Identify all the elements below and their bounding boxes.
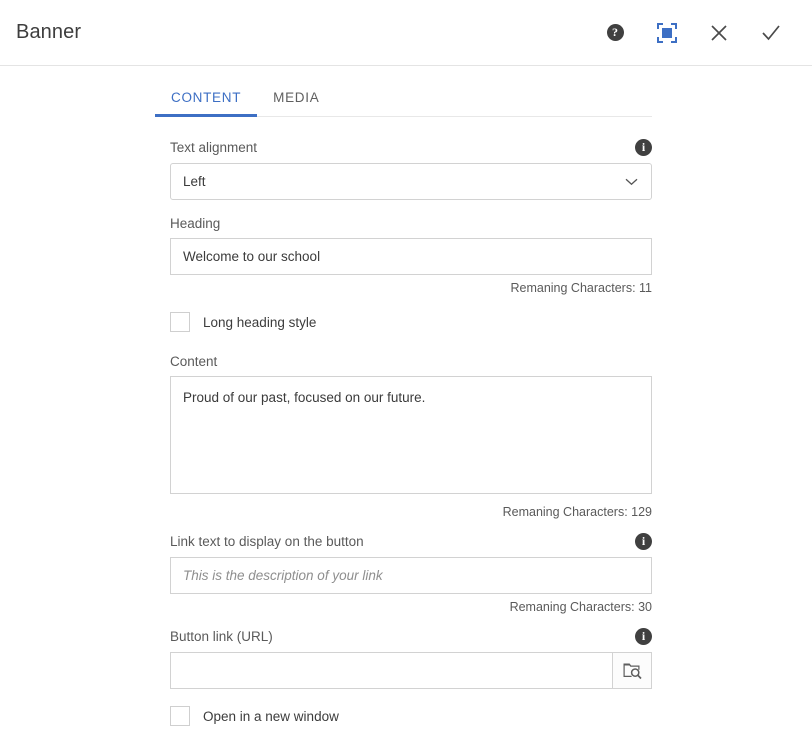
info-icon[interactable]: i — [635, 628, 652, 645]
info-icon[interactable]: i — [635, 533, 652, 550]
open-new-window-row[interactable]: Open in a new window — [170, 706, 652, 726]
content-counter: Remaning Characters: 129 — [502, 505, 652, 519]
titlebar-actions: ? — [600, 18, 786, 48]
field-heading: Heading Remaning Characters: 11 — [170, 216, 652, 295]
link-text-label-row: Link text to display on the button i — [170, 533, 652, 550]
button-link-input[interactable] — [170, 652, 612, 689]
heading-label-row: Heading — [170, 216, 652, 231]
help-button[interactable]: ? — [600, 18, 630, 48]
button-link-label: Button link (URL) — [170, 629, 273, 644]
content-label-row: Content — [170, 354, 652, 369]
tab-media[interactable]: MEDIA — [257, 82, 335, 117]
link-text-label: Link text to display on the button — [170, 534, 364, 549]
close-button[interactable] — [704, 18, 734, 48]
fullscreen-button[interactable] — [652, 18, 682, 48]
open-new-window-checkbox[interactable] — [170, 706, 190, 726]
heading-counter: Remaning Characters: 11 — [510, 281, 652, 295]
long-heading-style-checkbox[interactable] — [170, 312, 190, 332]
info-icon[interactable]: i — [635, 139, 652, 156]
confirm-button[interactable] — [756, 18, 786, 48]
link-text-input[interactable] — [170, 557, 652, 594]
button-link-row — [170, 652, 652, 689]
banner-form: Text alignment i Left Center Right Headi… — [0, 117, 812, 726]
text-alignment-label-row: Text alignment i — [170, 139, 652, 156]
window-title: Banner — [16, 21, 82, 43]
heading-label: Heading — [170, 216, 221, 231]
close-icon — [711, 24, 727, 41]
check-icon — [762, 24, 780, 40]
field-button-link: Button link (URL) i — [170, 628, 652, 689]
field-text-alignment: Text alignment i Left Center Right — [170, 139, 652, 200]
help-icon: ? — [606, 24, 624, 41]
button-link-label-row: Button link (URL) i — [170, 628, 652, 645]
text-alignment-select-wrap: Left Center Right — [170, 163, 652, 200]
fullscreen-icon — [657, 22, 677, 43]
heading-input[interactable] — [170, 238, 652, 275]
tab-content[interactable]: CONTENT — [155, 82, 258, 117]
content-label: Content — [170, 354, 218, 369]
open-new-window-label: Open in a new window — [203, 708, 339, 724]
link-text-counter: Remaning Characters: 30 — [509, 600, 652, 614]
text-alignment-select[interactable]: Left Center Right — [170, 163, 652, 200]
field-content: Content Remaning Characters: 129 — [170, 354, 652, 519]
long-heading-style-label: Long heading style — [203, 314, 317, 330]
browse-link-button[interactable] — [612, 652, 652, 689]
field-link-text: Link text to display on the button i Rem… — [170, 533, 652, 614]
tab-bar: CONTENT MEDIA — [155, 82, 652, 117]
folder-search-icon — [623, 663, 642, 680]
long-heading-style-row[interactable]: Long heading style — [170, 312, 652, 332]
tabs-container: CONTENT MEDIA — [0, 66, 812, 117]
content-textarea[interactable] — [170, 376, 652, 494]
window-titlebar: Banner ? — [0, 0, 812, 66]
text-alignment-label: Text alignment — [170, 140, 258, 155]
